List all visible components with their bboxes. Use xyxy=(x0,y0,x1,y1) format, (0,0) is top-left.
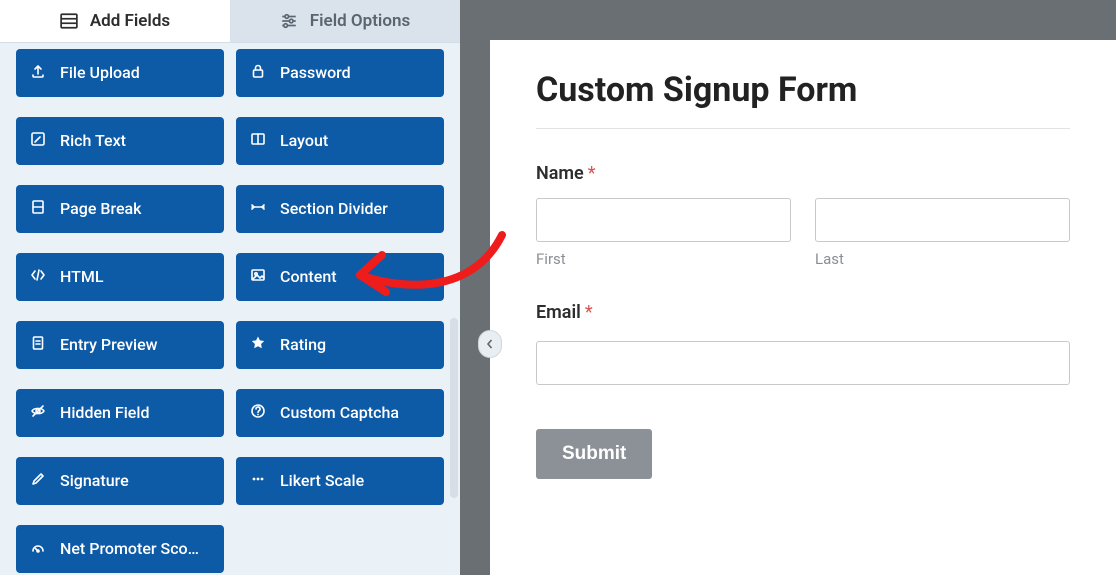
field-label: Rating xyxy=(280,335,326,354)
pencil-icon xyxy=(30,471,46,491)
tab-add-fields[interactable]: Add Fields xyxy=(0,0,230,42)
field-label: Page Break xyxy=(60,199,142,218)
field-html[interactable]: HTML xyxy=(16,253,224,301)
first-name-input[interactable] xyxy=(536,198,791,242)
edit-icon xyxy=(30,131,46,151)
field-net-promoter[interactable]: Net Promoter Sco… xyxy=(16,525,224,573)
list-icon xyxy=(60,12,78,30)
last-name-input[interactable] xyxy=(815,198,1070,242)
star-icon xyxy=(250,335,266,355)
help-icon xyxy=(250,403,266,423)
field-label: Content xyxy=(280,267,337,286)
field-label: Net Promoter Sco… xyxy=(60,539,199,558)
field-label: Layout xyxy=(280,131,328,150)
email-label: Email* xyxy=(536,302,1070,323)
image-icon xyxy=(250,267,266,287)
field-rich-text[interactable]: Rich Text xyxy=(16,117,224,165)
field-label: Password xyxy=(280,63,351,82)
columns-icon xyxy=(250,131,266,151)
doc-icon xyxy=(30,335,46,355)
field-entry-preview[interactable]: Entry Preview xyxy=(16,321,224,369)
required-mark: * xyxy=(588,163,596,184)
field-layout[interactable]: Layout xyxy=(236,117,444,165)
form-preview-area: Custom Signup Form Name* First Last xyxy=(490,0,1116,575)
field-label: Custom Captcha xyxy=(280,403,399,422)
email-label-text: Email xyxy=(536,302,581,323)
eye-off-icon xyxy=(30,403,46,423)
field-label: Likert Scale xyxy=(280,471,364,490)
chevron-left-icon xyxy=(485,339,495,349)
field-label: Entry Preview xyxy=(60,335,158,354)
field-label: Rich Text xyxy=(60,131,126,150)
lock-icon xyxy=(250,63,266,83)
field-label: HTML xyxy=(60,267,104,286)
field-signature[interactable]: Signature xyxy=(16,457,224,505)
field-custom-captcha[interactable]: Custom Captcha xyxy=(236,389,444,437)
field-label: Section Divider xyxy=(280,199,388,218)
panel-divider xyxy=(460,0,490,575)
field-label: Hidden Field xyxy=(60,403,149,422)
form-title: Custom Signup Form xyxy=(536,70,1070,129)
sidebar-scrollbar[interactable] xyxy=(450,318,458,498)
fields-grid: File Upload Password Rich Text Layout Page B… xyxy=(0,49,460,575)
email-field-row: Email* xyxy=(536,302,1070,385)
fields-sidebar: Add Fields Field Options File Upload Pass… xyxy=(0,0,460,575)
hr-icon xyxy=(250,199,266,219)
upload-icon xyxy=(30,63,46,83)
field-password[interactable]: Password xyxy=(236,49,444,97)
field-rating[interactable]: Rating xyxy=(236,321,444,369)
first-sublabel: First xyxy=(536,250,791,268)
dots-icon xyxy=(250,471,266,491)
last-sublabel: Last xyxy=(815,250,1070,268)
field-label: File Upload xyxy=(60,63,140,82)
tab-field-options-label: Field Options xyxy=(310,11,410,31)
name-label: Name* xyxy=(536,163,1070,184)
name-label-text: Name xyxy=(536,163,584,184)
code-icon xyxy=(30,267,46,287)
required-mark: * xyxy=(585,302,593,323)
field-label: Signature xyxy=(60,471,129,490)
collapse-handle[interactable] xyxy=(478,330,502,358)
field-hidden-field[interactable]: Hidden Field xyxy=(16,389,224,437)
sidebar-tabs: Add Fields Field Options xyxy=(0,0,460,43)
field-section-divider[interactable]: Section Divider xyxy=(236,185,444,233)
field-page-break[interactable]: Page Break xyxy=(16,185,224,233)
form-card: Custom Signup Form Name* First Last xyxy=(490,40,1116,575)
sliders-icon xyxy=(280,12,298,30)
field-content[interactable]: Content xyxy=(236,253,444,301)
field-file-upload[interactable]: File Upload xyxy=(16,49,224,97)
pagebreak-icon xyxy=(30,199,46,219)
name-field-row: Name* First Last xyxy=(536,163,1070,268)
email-input[interactable] xyxy=(536,341,1070,385)
tab-field-options[interactable]: Field Options xyxy=(230,0,460,42)
tab-add-fields-label: Add Fields xyxy=(90,11,170,31)
submit-button[interactable]: Submit xyxy=(536,429,652,479)
field-likert-scale[interactable]: Likert Scale xyxy=(236,457,444,505)
gauge-icon xyxy=(30,539,46,559)
